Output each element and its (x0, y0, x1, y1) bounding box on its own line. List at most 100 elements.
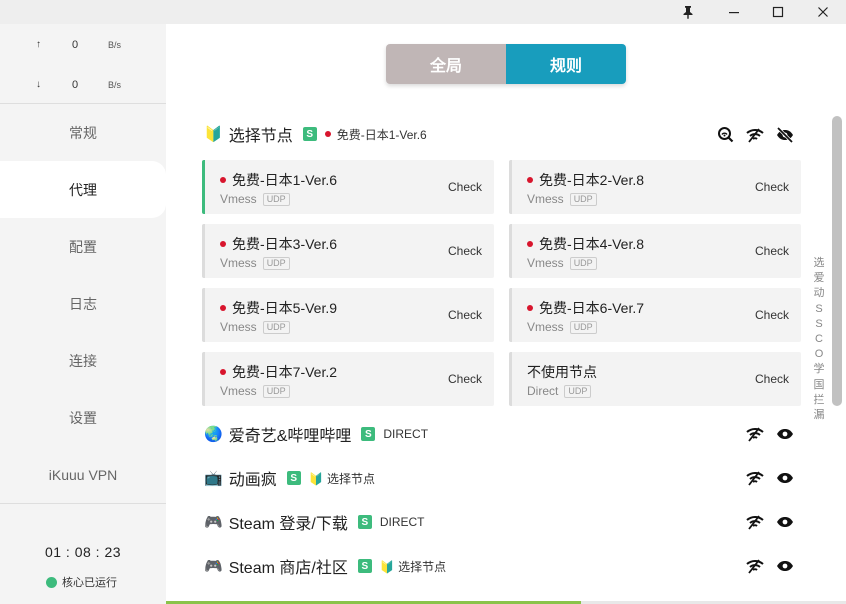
node-type: Vmess (220, 384, 257, 398)
group-actions (746, 514, 794, 530)
node-type: Vmess (527, 256, 564, 270)
proxy-node-card[interactable]: 免费-日本2-Ver.8 Vmess UDP Check (509, 160, 801, 214)
group-index-item[interactable]: 学 (812, 362, 826, 377)
node-name: 免费-日本3-Ver.6 (232, 236, 338, 252)
group-index-item[interactable]: 拦 (812, 393, 826, 408)
group-type-badge: S (357, 559, 372, 573)
node-name: 免费-日本7-Ver.2 (232, 364, 338, 380)
group-index-item[interactable]: 国 (812, 378, 826, 393)
group-name: Steam 商店/社区 (228, 560, 348, 577)
group-selected-label: DIRECT (383, 427, 429, 441)
sidebar-item-proxy[interactable]: 代理 (0, 161, 166, 218)
group-emoji-icon: 🔰 (204, 126, 223, 143)
udp-badge: UDP (262, 256, 290, 270)
download-value: 0 (72, 79, 79, 91)
proxy-group-header[interactable]: 🎮 Steam 商店/社区 S 🔰 选择节点 (204, 554, 446, 578)
group-name: Steam 登录/下载 (228, 516, 348, 533)
group-index-item[interactable]: 爱 (812, 271, 826, 286)
udp-badge: UDP (262, 192, 290, 206)
download-unit: B/s (108, 80, 122, 90)
core-status-text: 核心已运行 (62, 577, 117, 589)
eye-icon[interactable] (776, 426, 794, 442)
mode-switch: 全局 规则 (386, 44, 626, 84)
group-selected-label: DIRECT (379, 515, 425, 529)
wifi-icon[interactable] (746, 470, 764, 486)
wifi-icon[interactable] (746, 558, 764, 574)
latency-test-icon[interactable] (717, 126, 734, 143)
close-icon[interactable] (800, 0, 846, 24)
node-name: 免费-日本6-Ver.7 (539, 300, 645, 316)
minimize-icon[interactable] (711, 0, 757, 24)
node-type: Vmess (527, 320, 564, 334)
udp-badge: UDP (569, 256, 597, 270)
proxy-group-header[interactable]: 📺 动画疯 S 🔰 选择节点 (204, 466, 375, 490)
group-index-item[interactable]: 选 (812, 256, 826, 271)
proxy-group-header[interactable]: 🌏 爱奇艺&哔哩哔哩 S DIRECT (204, 422, 428, 446)
group-actions (746, 558, 794, 574)
wifi-icon[interactable] (746, 127, 764, 143)
scrollbar-thumb[interactable] (832, 116, 842, 406)
sidebar-divider (0, 503, 166, 504)
maximize-icon[interactable] (755, 0, 801, 24)
eye-off-icon[interactable] (776, 126, 794, 143)
group-emoji-icon: 🌏 (204, 426, 223, 443)
upload-unit: B/s (108, 40, 122, 50)
group-index-item[interactable]: O (812, 347, 826, 362)
group-actions (746, 470, 794, 486)
japan-flag-icon (324, 131, 331, 137)
sidebar-item-general[interactable]: 常规 (0, 104, 166, 161)
node-check-button[interactable]: Check (448, 372, 482, 386)
proxy-node-card[interactable]: 免费-日本4-Ver.8 Vmess UDP Check (509, 224, 801, 278)
group-type-badge: S (286, 471, 301, 485)
japan-flag-icon (527, 177, 533, 183)
group-emoji-icon: 🎮 (204, 558, 223, 575)
mode-global-button[interactable]: 全局 (386, 44, 506, 84)
node-name: 不使用节点 (527, 364, 597, 380)
node-check-button[interactable]: Check (755, 180, 789, 194)
node-check-button[interactable]: Check (755, 372, 789, 386)
wifi-icon[interactable] (746, 426, 764, 442)
group-index-item[interactable]: S (812, 302, 826, 317)
node-name: 免费-日本5-Ver.9 (232, 300, 338, 316)
group-emoji-icon: 📺 (204, 470, 223, 487)
node-type: Vmess (220, 192, 257, 206)
sidebar-item-logs[interactable]: 日志 (0, 275, 166, 332)
group-index-item[interactable]: C (812, 332, 826, 347)
pin-icon[interactable] (665, 0, 711, 24)
proxy-node-card[interactable]: 不使用节点 Direct UDP Check (509, 352, 801, 406)
node-check-button[interactable]: Check (755, 308, 789, 322)
core-status: 核心已运行 (46, 574, 117, 590)
mode-rule-button[interactable]: 规则 (506, 44, 626, 84)
proxy-panel: 全局 规则 🔰 选择节点 S 免费-日本1-Ver.6 免费-日本1-Ver.6… (166, 24, 846, 604)
proxy-node-card[interactable]: 免费-日本3-Ver.6 Vmess UDP Check (202, 224, 494, 278)
japan-flag-icon (220, 241, 226, 247)
proxy-group-header[interactable]: 🎮 Steam 登录/下载 S DIRECT (204, 510, 425, 534)
sidebar-item-settings[interactable]: 设置 (0, 389, 166, 446)
udp-badge: UDP (262, 320, 290, 334)
node-check-button[interactable]: Check (755, 244, 789, 258)
sidebar-item-connections[interactable]: 连接 (0, 332, 166, 389)
proxy-group-header[interactable]: 🔰 选择节点 S 免费-日本1-Ver.6 (204, 122, 427, 146)
group-index-item[interactable]: S (812, 317, 826, 332)
proxy-node-card[interactable]: 免费-日本1-Ver.6 Vmess UDP Check (202, 160, 494, 214)
sidebar-item-provider[interactable]: iKuuu VPN (0, 446, 166, 503)
sidebar-item-profiles[interactable]: 配置 (0, 218, 166, 275)
udp-badge: UDP (569, 192, 597, 206)
node-name: 免费-日本1-Ver.6 (232, 172, 338, 188)
eye-icon[interactable] (776, 558, 794, 574)
proxy-node-card[interactable]: 免费-日本6-Ver.7 Vmess UDP Check (509, 288, 801, 342)
group-actions (717, 126, 794, 143)
node-check-button[interactable]: Check (448, 180, 482, 194)
eye-icon[interactable] (776, 514, 794, 530)
group-selected-node: 免费-日本1-Ver.6 (324, 126, 427, 143)
node-check-button[interactable]: Check (448, 308, 482, 322)
node-check-button[interactable]: Check (448, 244, 482, 258)
group-index-item[interactable]: 动 (812, 286, 826, 301)
wifi-icon[interactable] (746, 514, 764, 530)
japan-flag-icon (220, 177, 226, 183)
japan-flag-icon (527, 241, 533, 247)
proxy-node-card[interactable]: 免费-日本7-Ver.2 Vmess UDP Check (202, 352, 494, 406)
proxy-node-card[interactable]: 免费-日本5-Ver.9 Vmess UDP Check (202, 288, 494, 342)
eye-icon[interactable] (776, 470, 794, 486)
group-index-item[interactable]: 漏 (812, 408, 826, 423)
